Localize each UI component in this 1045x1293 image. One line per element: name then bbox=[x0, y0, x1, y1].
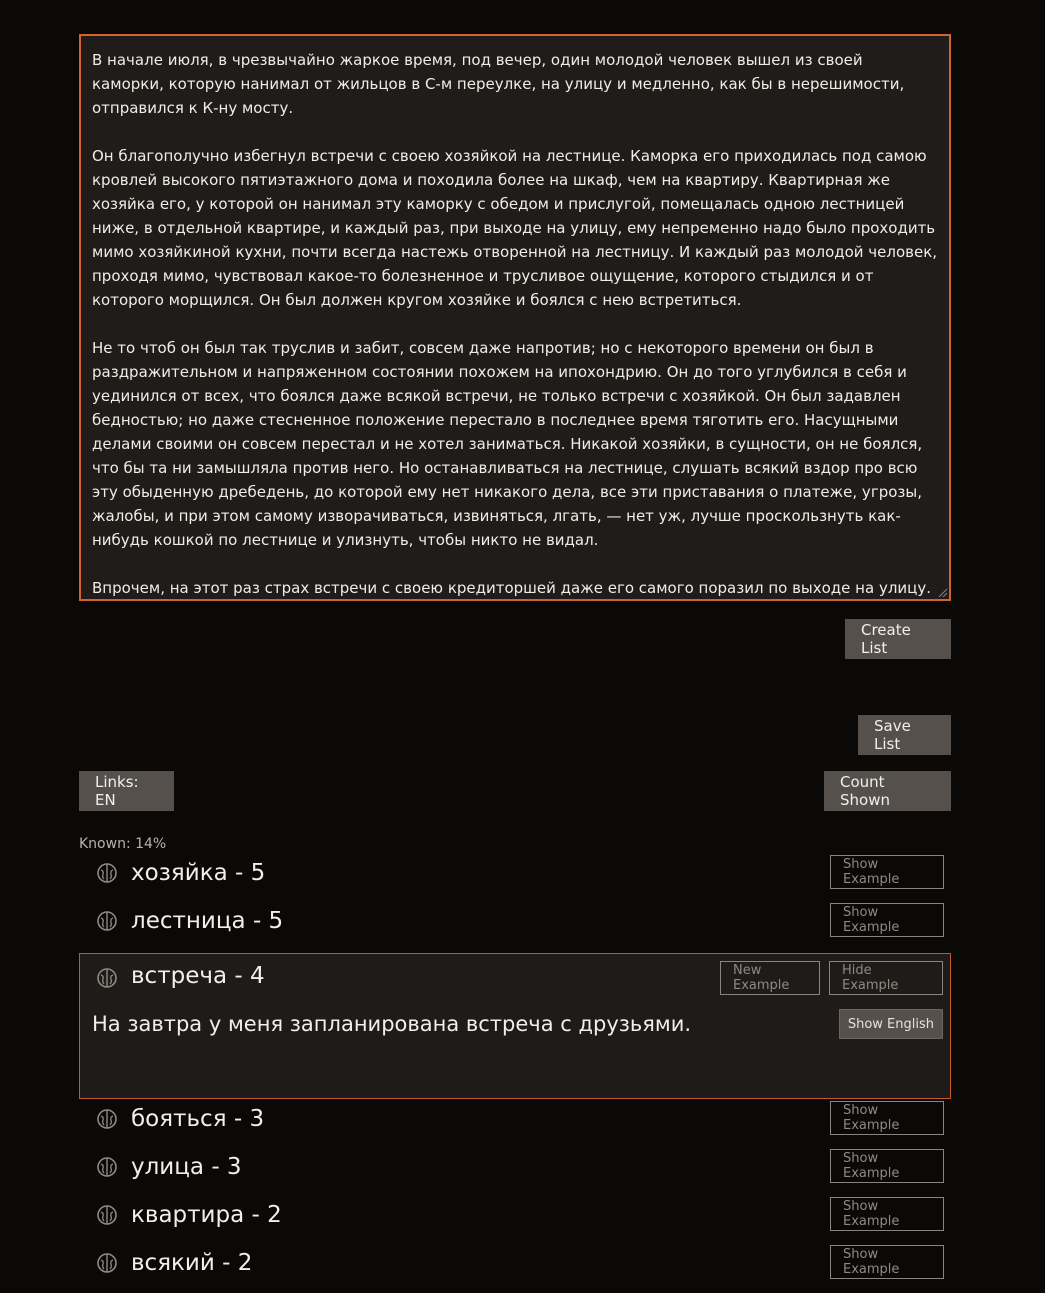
brain-icon[interactable] bbox=[96, 1156, 118, 1178]
links-language-button[interactable]: Links: EN bbox=[79, 771, 174, 811]
save-list-button[interactable]: Save List bbox=[858, 715, 951, 755]
hide-example-button[interactable]: Hide Example bbox=[829, 961, 943, 995]
word-row: бояться - 3 Show Example bbox=[79, 1101, 951, 1149]
show-example-button[interactable]: Show Example bbox=[830, 1197, 944, 1231]
word-list: хозяйка - 5 Show Example лестница - 5 Sh… bbox=[79, 855, 951, 1293]
show-english-button[interactable]: Show English bbox=[838, 1009, 943, 1039]
create-list-button[interactable]: Create List bbox=[845, 619, 951, 659]
brain-icon[interactable] bbox=[96, 967, 118, 989]
brain-icon[interactable] bbox=[96, 1252, 118, 1274]
show-example-button[interactable]: Show Example bbox=[830, 1245, 944, 1279]
word-label: лестница - 5 bbox=[131, 908, 284, 934]
word-label: хозяйка - 5 bbox=[131, 860, 266, 886]
word-label: встреча - 4 bbox=[131, 963, 265, 989]
word-label: бояться - 3 bbox=[131, 1106, 265, 1132]
count-shown-button[interactable]: Count Shown bbox=[824, 771, 951, 811]
text-paragraph: Не то чтоб он был так труслив и забит, с… bbox=[92, 339, 923, 549]
word-row: хозяйка - 5 Show Example bbox=[79, 855, 951, 903]
show-example-button[interactable]: Show Example bbox=[830, 1101, 944, 1135]
new-example-button[interactable]: New Example bbox=[720, 961, 820, 995]
known-percentage: Known: 14% bbox=[79, 836, 167, 852]
brain-icon[interactable] bbox=[96, 862, 118, 884]
resize-grip-icon[interactable] bbox=[937, 587, 947, 597]
main-container: В начале июля, в чрезвычайно жаркое врем… bbox=[79, 34, 951, 1293]
text-paragraph: Он благополучно избегнул встречи с своею… bbox=[92, 147, 938, 309]
brain-icon[interactable] bbox=[96, 910, 118, 932]
word-label: улица - 3 bbox=[131, 1154, 242, 1180]
show-example-button[interactable]: Show Example bbox=[830, 855, 944, 889]
show-example-button[interactable]: Show Example bbox=[830, 1149, 944, 1183]
show-example-button[interactable]: Show Example bbox=[830, 903, 944, 937]
word-row: лестница - 5 Show Example bbox=[79, 903, 951, 951]
word-label: квартира - 2 bbox=[131, 1202, 282, 1228]
word-label: всякий - 2 bbox=[131, 1250, 253, 1276]
save-row: Save List bbox=[79, 715, 951, 755]
brain-icon[interactable] bbox=[96, 1204, 118, 1226]
example-sentence: На завтра у меня запланирована встреча с… bbox=[92, 1012, 692, 1036]
text-paragraph: В начале июля, в чрезвычайно жаркое врем… bbox=[92, 51, 905, 117]
word-row-expanded: встреча - 4 New Example Hide Example На … bbox=[79, 953, 951, 1099]
links-row: Links: EN Count Shown bbox=[79, 771, 951, 811]
brain-icon[interactable] bbox=[96, 1108, 118, 1130]
word-row: квартира - 2 Show Example bbox=[79, 1197, 951, 1245]
create-row: Create List bbox=[79, 619, 951, 659]
text-paragraph: Впрочем, на этот раз страх встречи с сво… bbox=[92, 579, 932, 597]
word-row: улица - 3 Show Example bbox=[79, 1149, 951, 1197]
word-row: всякий - 2 Show Example bbox=[79, 1245, 951, 1293]
source-text-area[interactable]: В начале июля, в чрезвычайно жаркое врем… bbox=[79, 34, 951, 601]
